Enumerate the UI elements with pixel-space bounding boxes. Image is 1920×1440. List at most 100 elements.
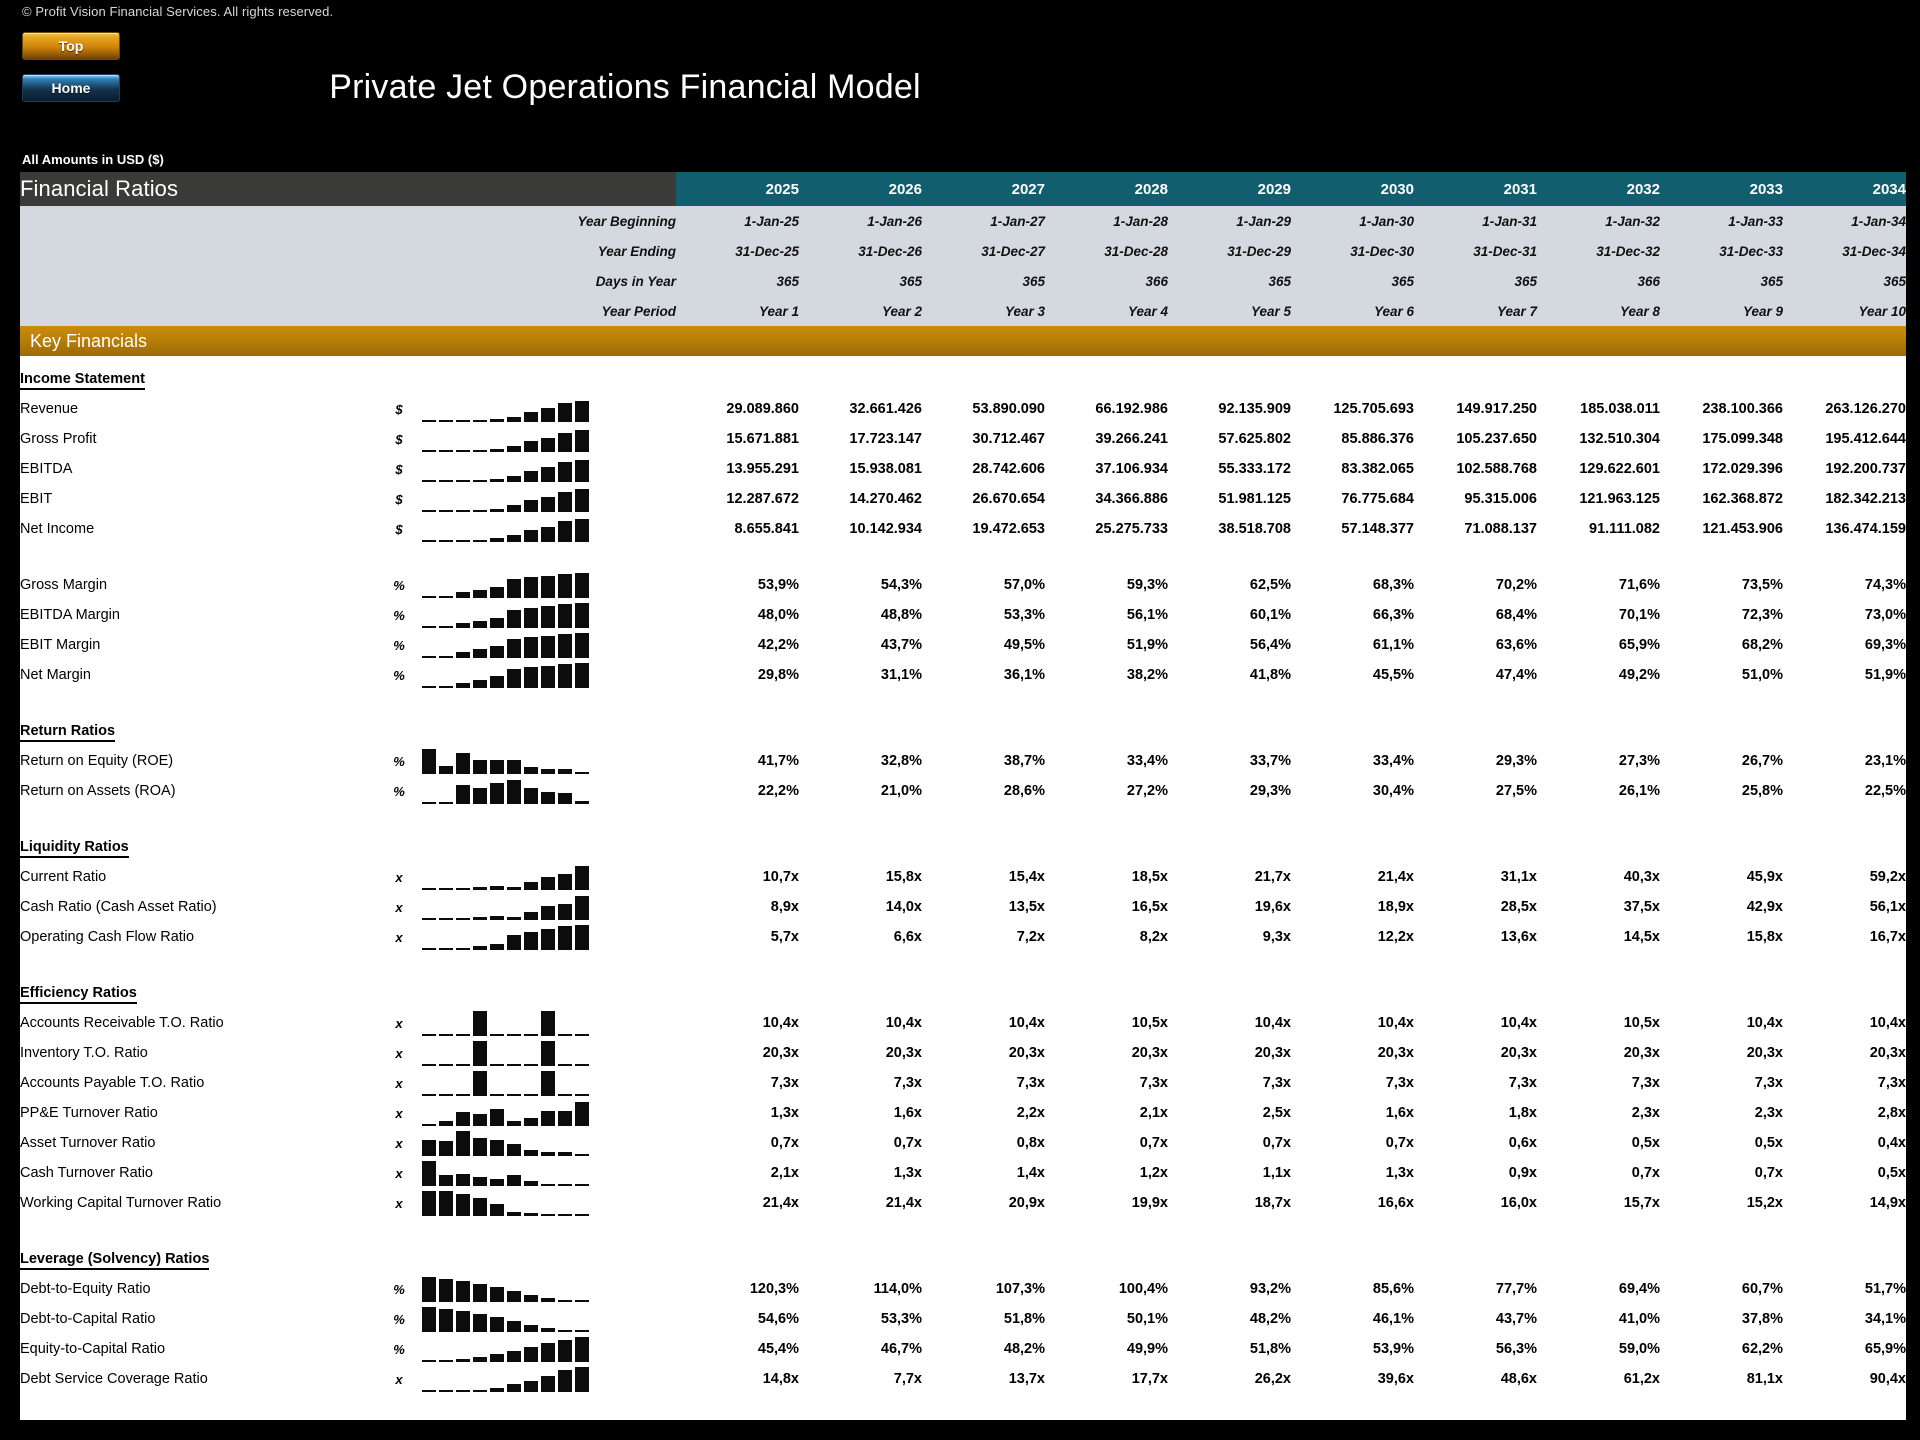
sparkline-chart [418,456,604,482]
sparkline-bar [507,446,521,452]
sparkline-bar [456,480,470,482]
row-value: 20,3x [1414,1038,1537,1068]
sparkline-chart [418,1010,604,1036]
row-gap [618,660,676,690]
sparkline-bar [558,1034,572,1036]
table-row: Debt-to-Equity Ratio% 120,3% 114,0% 107,3% 1… [20,1274,1906,1304]
sparkline-cell [418,892,618,922]
year-header-2030: 2030 [1291,172,1414,206]
row-value: 45,5% [1291,660,1414,690]
row-value: 0,5x [1783,1158,1906,1188]
row-value: 125.705.693 [1291,394,1414,424]
table-row: EBIT Margin% 42,2% 43,7% 49,5% 51,9% 56,4% 61,… [20,630,1906,660]
sparkline-bar [456,540,470,542]
row-unit: x [380,1098,418,1128]
row-unit: $ [380,394,418,424]
row-value: 51,8% [922,1304,1045,1334]
sparkline-bar [507,1144,521,1156]
row-value: 66.192.986 [1045,394,1168,424]
row-value: 8,9x [676,892,799,922]
sparkline-bar [439,1360,453,1362]
row-value: 95.315.006 [1414,484,1537,514]
sparkline-bar [490,1317,504,1332]
sparkline-bar [490,1179,504,1186]
sparkline-bar [439,1141,453,1156]
meta-value: 1-Jan-29 [1168,206,1291,236]
sparkline-bar [575,430,589,452]
sparkline-bar [422,510,436,512]
sparkline-bar [507,610,521,628]
sparkline-bar [524,1118,538,1126]
sparkline-bar [456,753,470,774]
row-label: Accounts Receivable T.O. Ratio [20,1008,380,1038]
sparkline-bar [524,1150,538,1156]
row-value: 2,5x [1168,1098,1291,1128]
meta-value: 366 [1045,266,1168,296]
row-unit: % [380,1274,418,1304]
table-row: Gross Profit $15.671.881 17.723.147 30.712.… [20,424,1906,454]
row-gap [618,484,676,514]
financial-ratios-table: Financial Ratios 2025 2026 2027 2028 2029 2030… [20,172,1906,1420]
sparkline-bar [439,1094,453,1096]
sparkline-bar [473,1011,487,1036]
sparkline-bar [558,1152,572,1156]
row-value: 15.938.081 [799,454,922,484]
group-title-text: Return Ratios [20,723,116,742]
sparkline-bar [541,792,555,804]
row-value: 29,3% [1168,776,1291,806]
sparkline-cell [418,514,618,544]
row-value: 1,3x [676,1098,799,1128]
meta-value: 31-Dec-33 [1660,236,1783,266]
row-value: 61,1% [1291,630,1414,660]
sparkline-bar [541,1298,555,1302]
sparkline-bar [541,1343,555,1362]
row-value: 49,2% [1537,660,1660,690]
sparkline-bar [456,1034,470,1036]
sparkline-cell [418,394,618,424]
meta-value: 31-Dec-28 [1045,236,1168,266]
row-value: 70,1% [1537,600,1660,630]
top-button[interactable]: Top [22,32,120,60]
row-value: 13,5x [922,892,1045,922]
page-title: Private Jet Operations Financial Model [329,68,921,106]
sparkline-bar [422,1064,436,1066]
sparkline-chart [418,1276,604,1302]
sparkline-bar [507,1351,521,1362]
sparkline-bar [422,596,436,598]
row-value: 21,4x [799,1188,922,1218]
sparkline-bar [473,480,487,482]
row-value: 14,0x [799,892,922,922]
sparkline-bar [575,460,589,482]
sparkline-bar [473,946,487,950]
row-value: 7,3x [1414,1068,1537,1098]
sparkline-bar [439,480,453,482]
row-value: 51,7% [1783,1274,1906,1304]
row-value: 56,1x [1783,892,1906,922]
row-gap [618,776,676,806]
sparkline-bar [456,510,470,512]
row-value: 175.099.348 [1660,424,1783,454]
row-value: 1,6x [799,1098,922,1128]
row-value: 7,3x [799,1068,922,1098]
sparkline-bar [507,1321,521,1332]
row-unit: $ [380,514,418,544]
sparkline-bar [490,1388,504,1392]
year-header-2031: 2031 [1414,172,1537,206]
sparkline-bar [558,1111,572,1126]
sparkline-bar [507,1212,521,1216]
meta-value: 365 [1291,266,1414,296]
sparkline-bar [558,521,572,542]
row-value: 56,1% [1045,600,1168,630]
row-value: 172.029.396 [1660,454,1783,484]
row-value: 7,3x [1783,1068,1906,1098]
row-value: 20,9x [922,1188,1045,1218]
row-value: 59,0% [1537,1334,1660,1364]
row-value: 25,8% [1660,776,1783,806]
sparkline-bar [473,450,487,452]
sparkline-bar [456,948,470,950]
row-value: 73,0% [1783,600,1906,630]
sparkline-bar [473,420,487,422]
sparkline-chart [418,864,604,890]
row-gap [618,1008,676,1038]
table-row: Gross Margin% 53,9% 54,3% 57,0% 59,3% 62,5% 68… [20,570,1906,600]
